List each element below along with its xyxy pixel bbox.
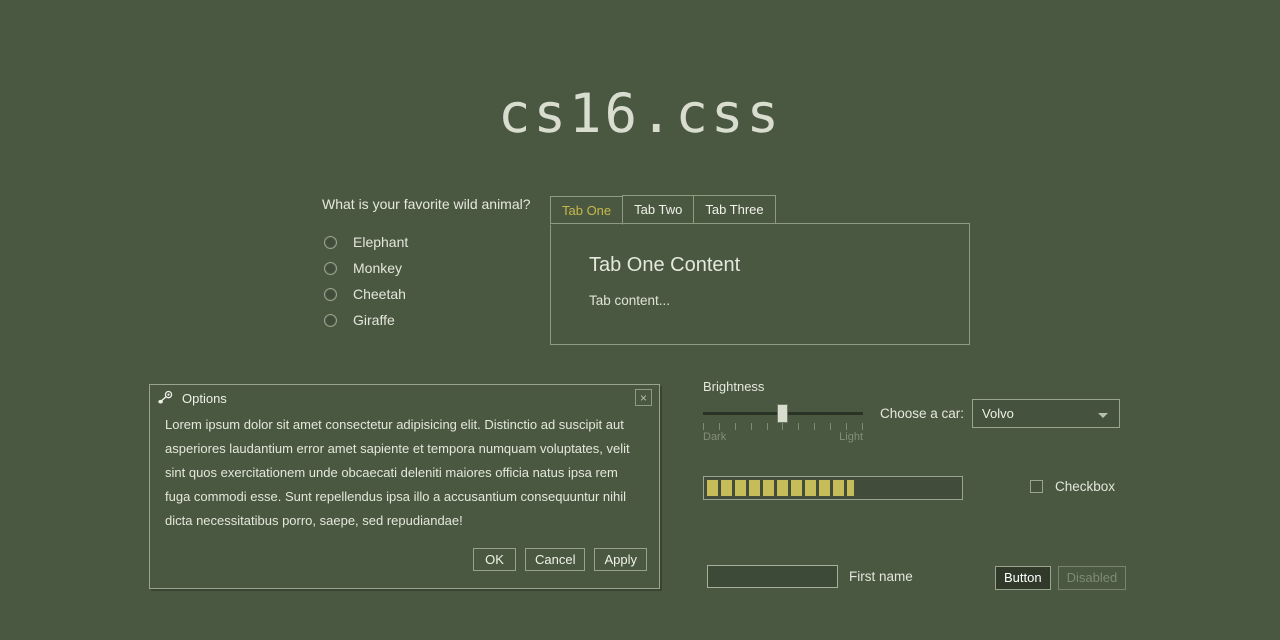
tabs-widget: Tab OneTab TwoTab Three Tab One Content … xyxy=(550,195,970,345)
progress-block xyxy=(749,480,760,496)
progress-block xyxy=(735,480,746,496)
radio-option-label: Cheetah xyxy=(353,286,406,302)
ok-button[interactable]: OK xyxy=(473,548,516,571)
first-name-input[interactable] xyxy=(707,565,838,588)
disabled-button: Disabled xyxy=(1058,566,1127,590)
car-select-block: Choose a car: Volvo xyxy=(880,399,1120,428)
radio-mark[interactable] xyxy=(324,236,337,249)
apply-button[interactable]: Apply xyxy=(594,548,647,571)
steam-valve-icon xyxy=(158,390,174,406)
tab-strip: Tab OneTab TwoTab Three xyxy=(550,195,970,224)
radio-group-legend: What is your favorite wild animal? xyxy=(322,196,542,212)
dialog-title: Options xyxy=(182,391,227,406)
radio-list: Elephant Monkey Cheetah Giraffe xyxy=(322,230,542,332)
slider-tick xyxy=(814,423,815,430)
checkbox-label: Checkbox xyxy=(1055,479,1115,494)
progress-block xyxy=(833,480,844,496)
firstname-row: First name xyxy=(707,565,913,588)
brightness-slider[interactable] xyxy=(703,407,863,421)
progress-block-partial xyxy=(847,480,854,496)
chevron-down-icon xyxy=(1098,413,1108,418)
slider-tick xyxy=(751,423,752,430)
progress-bar xyxy=(703,476,963,500)
slider-tick xyxy=(830,423,831,430)
radio-option-monkey[interactable]: Monkey xyxy=(322,256,542,280)
slider-tick xyxy=(703,423,704,430)
slider-min-label: Dark xyxy=(703,431,726,443)
dialog-button-row: OK Cancel Apply xyxy=(473,548,647,571)
slider-tick xyxy=(862,423,863,430)
radio-option-label: Elephant xyxy=(353,234,408,250)
progress-block xyxy=(721,480,732,496)
slider-tick xyxy=(846,423,847,430)
close-icon[interactable]: × xyxy=(635,389,652,406)
progress-block xyxy=(805,480,816,496)
progress-block xyxy=(707,480,718,496)
slider-tick xyxy=(782,423,783,430)
slider-tick xyxy=(735,423,736,430)
button-row: Button Disabled xyxy=(995,566,1126,590)
tab-panel-heading: Tab One Content xyxy=(589,254,931,277)
tab-tab-two[interactable]: Tab Two xyxy=(622,195,694,224)
page-title: cs16.css xyxy=(0,82,1280,145)
tab-tab-one[interactable]: Tab One xyxy=(550,196,623,225)
tab-panel-body: Tab content... xyxy=(589,293,931,308)
tab-panel: Tab One Content Tab content... xyxy=(550,223,970,345)
brightness-block: Brightness Dark Light xyxy=(703,379,863,443)
slider-ticks xyxy=(703,423,863,430)
radio-mark[interactable] xyxy=(324,262,337,275)
car-select[interactable]: Volvo xyxy=(972,399,1120,428)
slider-tick xyxy=(719,423,720,430)
first-name-label: First name xyxy=(849,569,913,584)
primary-button[interactable]: Button xyxy=(995,566,1051,590)
dialog-body-text: Lorem ipsum dolor sit amet consectetur a… xyxy=(150,411,659,533)
radio-mark[interactable] xyxy=(324,314,337,327)
radio-option-giraffe[interactable]: Giraffe xyxy=(322,308,542,332)
cancel-button[interactable]: Cancel xyxy=(525,548,585,571)
progress-block xyxy=(791,480,802,496)
brightness-label: Brightness xyxy=(703,379,863,394)
slider-tick xyxy=(767,423,768,430)
checkbox-row[interactable]: Checkbox xyxy=(1030,479,1115,494)
checkbox-mark[interactable] xyxy=(1030,480,1043,493)
radio-mark[interactable] xyxy=(324,288,337,301)
progress-block xyxy=(819,480,830,496)
tab-tab-three[interactable]: Tab Three xyxy=(693,195,775,224)
slider-max-label: Light xyxy=(839,431,863,443)
slider-end-labels: Dark Light xyxy=(703,431,863,443)
car-select-value: Volvo xyxy=(982,406,1014,421)
car-select-label: Choose a car: xyxy=(880,406,964,421)
radio-group: What is your favorite wild animal? Eleph… xyxy=(322,196,542,334)
radio-option-elephant[interactable]: Elephant xyxy=(322,230,542,254)
radio-option-label: Monkey xyxy=(353,260,402,276)
options-dialog: Options × Lorem ipsum dolor sit amet con… xyxy=(149,384,660,589)
radio-option-cheetah[interactable]: Cheetah xyxy=(322,282,542,306)
radio-option-label: Giraffe xyxy=(353,312,395,328)
slider-thumb[interactable] xyxy=(777,404,788,423)
progress-block xyxy=(777,480,788,496)
dialog-titlebar[interactable]: Options × xyxy=(150,385,659,411)
slider-tick xyxy=(798,423,799,430)
progress-block xyxy=(763,480,774,496)
